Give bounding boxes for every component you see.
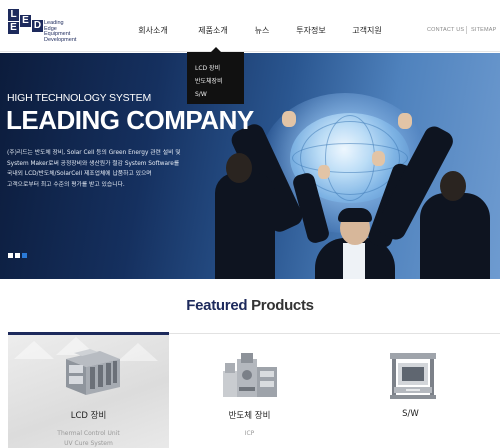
hero-description: (주)리드는 반도체 장비, Solar Cell 등의 Green Energ… bbox=[7, 148, 239, 190]
product-card-semiconductor[interactable]: 반도체 장비 ICP bbox=[169, 335, 330, 448]
logo-letter: E bbox=[8, 22, 19, 34]
person-hair bbox=[338, 208, 372, 222]
hex-pattern bbox=[118, 343, 158, 361]
hero-description-line: (주)리드는 반도체 장비, Solar Cell 등의 Green Energ… bbox=[7, 150, 181, 156]
product-subitem[interactable]: ICP bbox=[169, 429, 330, 439]
logo-line: Development bbox=[44, 36, 77, 43]
globe-line bbox=[292, 143, 408, 173]
hand bbox=[318, 165, 330, 179]
sw-system-image bbox=[390, 353, 436, 399]
product-name: LCD 장비 bbox=[70, 411, 107, 421]
person-shirt bbox=[343, 243, 365, 279]
logo-letter: L bbox=[8, 9, 19, 21]
hand bbox=[282, 111, 296, 127]
hex-pattern bbox=[14, 341, 54, 359]
product-card-lcd[interactable]: LCD 장비 Thermal Control Unit UV Cure Syst… bbox=[8, 335, 169, 448]
nav-item-company[interactable]: 회사소개 bbox=[130, 0, 176, 52]
hand bbox=[398, 113, 412, 129]
dropdown-item-sw[interactable]: S/W bbox=[195, 88, 244, 101]
dropdown-caret bbox=[211, 47, 221, 52]
slide-indicators bbox=[8, 253, 27, 258]
products-dropdown-menu: LCD 장비 반도체장비 S/W bbox=[187, 47, 244, 104]
slide-dot-2[interactable] bbox=[15, 253, 20, 258]
logo-tagline: Leading Edge Equipment Development bbox=[44, 20, 77, 43]
logo-letter: E bbox=[20, 15, 31, 27]
hero-banner: HIGH TECHNOLOGY SYSTEM LEADING COMPANY (… bbox=[0, 53, 500, 279]
slide-dot-1[interactable] bbox=[8, 253, 13, 258]
semiconductor-equipment-image bbox=[223, 353, 277, 397]
util-divider bbox=[466, 26, 467, 34]
hero-description-line: System Maker로써 공정장비와 생산원가 절감 System Soft… bbox=[7, 160, 180, 167]
hero-description-line: 고객으로부터 최고 수준의 평가를 받고 있습니다. bbox=[7, 181, 125, 188]
featured-products-section: Featured Products LCD 장비 Thermal Control… bbox=[0, 279, 500, 448]
hand bbox=[372, 151, 385, 166]
nav-item-news[interactable]: 뉴스 bbox=[242, 0, 282, 52]
product-name: 반도체 장비 bbox=[228, 411, 271, 421]
product-subitem[interactable]: UV Cure System bbox=[8, 439, 169, 448]
featured-title: Featured Products bbox=[0, 297, 500, 314]
contact-us-link[interactable]: CONTACT US bbox=[427, 27, 464, 33]
logo-letter: D bbox=[32, 20, 43, 32]
product-card-sw[interactable]: S/W bbox=[330, 335, 491, 448]
main-nav: 회사소개 제품소개 뉴스 투자정보 고객지원 bbox=[130, 0, 392, 52]
slide-dot-3[interactable] bbox=[22, 253, 27, 258]
hero-description-line: 국내외 LCD/반도체/SolarCell 제조업체에 납품하고 있으며 bbox=[7, 171, 152, 177]
site-header: L E E D Leading Edge Equipment Development … bbox=[0, 0, 500, 52]
leed-logo[interactable]: L E E D Leading Edge Equipment Development bbox=[8, 9, 88, 45]
featured-title-part1: Featured bbox=[186, 297, 248, 314]
lcd-equipment-image bbox=[66, 349, 120, 395]
hero-title: LEADING COMPANY bbox=[6, 105, 254, 135]
sitemap-link[interactable]: SITEMAP bbox=[471, 27, 497, 33]
nav-item-support[interactable]: 고객지원 bbox=[342, 0, 392, 52]
product-subitem[interactable]: Thermal Control Unit bbox=[8, 429, 169, 439]
dropdown-item-lcd[interactable]: LCD 장비 bbox=[195, 62, 244, 75]
product-subitems: ICP bbox=[169, 429, 330, 439]
hero-subtitle: HIGH TECHNOLOGY SYSTEM bbox=[7, 92, 151, 104]
person-body bbox=[420, 193, 490, 279]
product-subitems: Thermal Control Unit UV Cure System bbox=[8, 429, 169, 448]
nav-item-products[interactable]: 제품소개 bbox=[190, 0, 236, 52]
product-name: S/W bbox=[402, 409, 419, 419]
person-head bbox=[440, 171, 466, 201]
nav-item-investor[interactable]: 투자정보 bbox=[286, 0, 336, 52]
featured-title-part2: Products bbox=[247, 297, 314, 314]
dropdown-item-semiconductor[interactable]: 반도체장비 bbox=[195, 75, 244, 88]
